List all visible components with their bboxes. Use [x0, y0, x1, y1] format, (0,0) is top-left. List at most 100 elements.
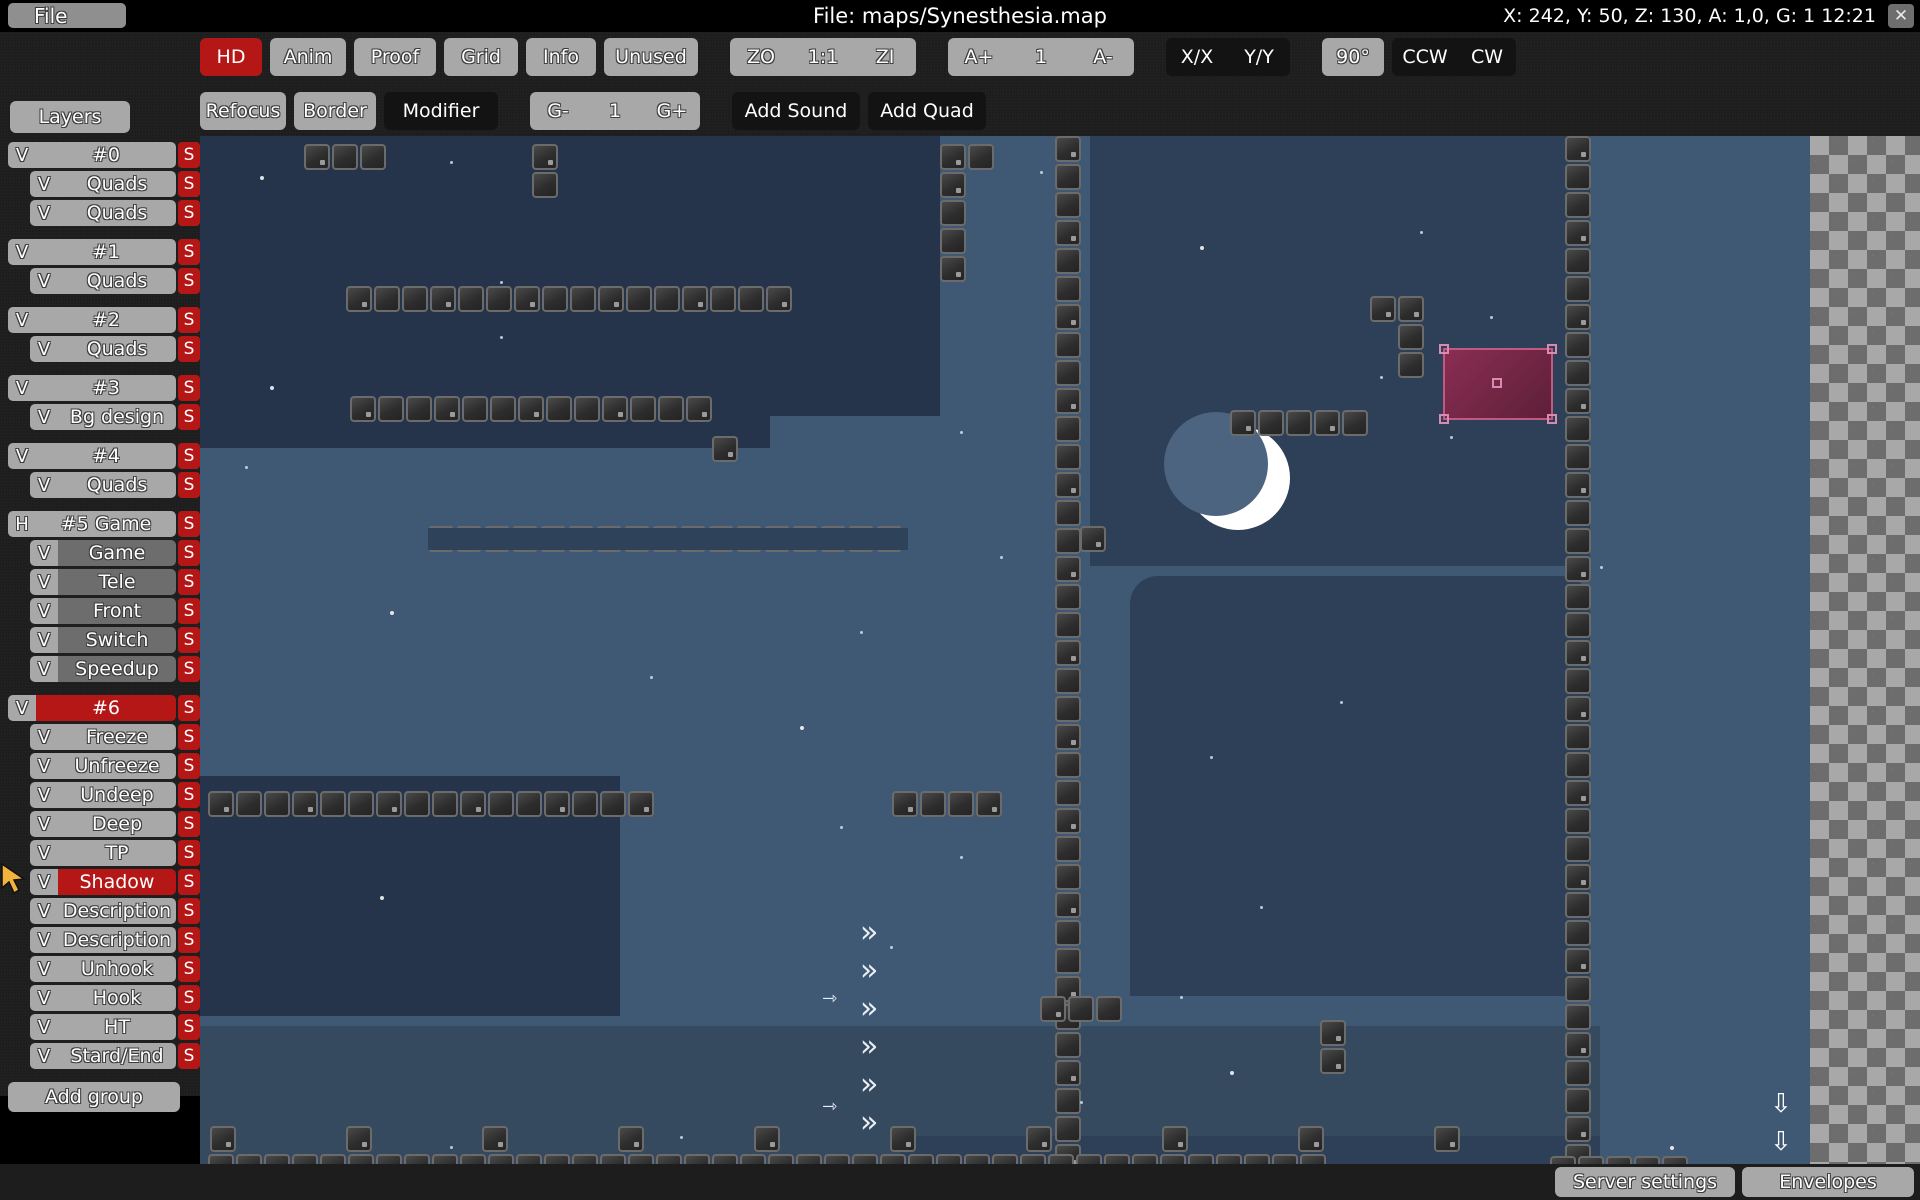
grid-button[interactable]: Grid: [444, 38, 518, 76]
layer-row[interactable]: V Front S: [0, 598, 200, 626]
layer-sound-toggle[interactable]: S: [178, 404, 200, 430]
layer-row[interactable]: V Undeep S: [0, 782, 200, 810]
layer-row[interactable]: V Speedup S: [0, 656, 200, 684]
layer-sound-toggle[interactable]: S: [178, 724, 200, 750]
add-sound-button[interactable]: Add Sound: [732, 92, 860, 130]
layer-sound-toggle[interactable]: S: [178, 656, 200, 682]
layer-visibility-toggle[interactable]: V: [30, 840, 58, 866]
proof-button[interactable]: Proof: [354, 38, 436, 76]
layer-visibility-toggle[interactable]: V: [30, 956, 58, 982]
layer-name-label[interactable]: Shadow: [58, 869, 176, 895]
layer-name-label[interactable]: Hook: [58, 985, 176, 1011]
layer-sound-toggle[interactable]: S: [178, 811, 200, 837]
layer-row[interactable]: V Quads S: [0, 268, 200, 296]
layer-sound-toggle[interactable]: S: [178, 307, 200, 333]
layer-sound-toggle[interactable]: S: [178, 443, 200, 469]
layer-row[interactable]: V Tele S: [0, 569, 200, 597]
layer-row[interactable]: V Freeze S: [0, 724, 200, 752]
layer-name-label[interactable]: Quads: [58, 171, 176, 197]
layer-row[interactable]: V Quads S: [0, 200, 200, 228]
layer-name-label[interactable]: Unfreeze: [58, 753, 176, 779]
layer-visibility-toggle[interactable]: V: [30, 927, 58, 953]
layer-row[interactable]: V Deep S: [0, 811, 200, 839]
envelopes-button[interactable]: Envelopes: [1742, 1167, 1914, 1197]
layer-sound-toggle[interactable]: S: [178, 898, 200, 924]
layer-row[interactable]: V Shadow S: [0, 869, 200, 897]
grid-value[interactable]: 1: [586, 92, 644, 130]
layer-visibility-toggle[interactable]: V: [8, 695, 36, 721]
layer-visibility-toggle[interactable]: V: [30, 782, 58, 808]
layer-row[interactable]: V HT S: [0, 1014, 200, 1042]
layer-visibility-toggle[interactable]: V: [30, 540, 58, 566]
modifier-button[interactable]: Modifier: [384, 92, 498, 130]
flip-x-button[interactable]: X/X: [1166, 38, 1228, 76]
layer-sound-toggle[interactable]: S: [178, 268, 200, 294]
layer-sound-toggle[interactable]: S: [178, 1043, 200, 1069]
layer-sound-toggle[interactable]: S: [178, 927, 200, 953]
layer-name-label[interactable]: Unhook: [58, 956, 176, 982]
layer-name-label[interactable]: #5 Game: [36, 511, 176, 537]
layer-name-label[interactable]: Front: [58, 598, 176, 624]
flip-y-button[interactable]: Y/Y: [1228, 38, 1290, 76]
layer-name-label[interactable]: #6: [36, 695, 176, 721]
layer-row[interactable]: V #1 S: [0, 239, 200, 267]
zoom-reset-button[interactable]: 1:1: [792, 38, 854, 76]
zoom-in-button[interactable]: ZI: [854, 38, 916, 76]
layer-visibility-toggle[interactable]: V: [30, 472, 58, 498]
layer-visibility-toggle[interactable]: V: [8, 375, 36, 401]
hd-button[interactable]: HD: [200, 38, 262, 76]
layer-name-label[interactable]: #4: [36, 443, 176, 469]
layer-name-label[interactable]: Switch: [58, 627, 176, 653]
layer-visibility-toggle[interactable]: V: [30, 753, 58, 779]
layer-sound-toggle[interactable]: S: [178, 956, 200, 982]
layer-sound-toggle[interactable]: S: [178, 598, 200, 624]
layer-visibility-toggle[interactable]: V: [8, 142, 36, 168]
layer-row[interactable]: V Quads S: [0, 171, 200, 199]
layer-sound-toggle[interactable]: S: [178, 511, 200, 537]
add-group-button[interactable]: Add group: [8, 1082, 180, 1112]
layer-sound-toggle[interactable]: S: [178, 375, 200, 401]
layer-visibility-toggle[interactable]: V: [30, 898, 58, 924]
border-button[interactable]: Border: [294, 92, 376, 130]
zoom-group[interactable]: ZO 1:1 ZI: [730, 38, 916, 76]
layer-name-label[interactable]: Freeze: [58, 724, 176, 750]
layer-name-label[interactable]: Game: [58, 540, 176, 566]
layer-row[interactable]: V Switch S: [0, 627, 200, 655]
layer-sound-toggle[interactable]: S: [178, 627, 200, 653]
layer-row[interactable]: V TP S: [0, 840, 200, 868]
grid-increase-button[interactable]: G+: [644, 92, 700, 130]
layer-name-label[interactable]: Quads: [58, 336, 176, 362]
layer-sound-toggle[interactable]: S: [178, 869, 200, 895]
layer-row[interactable]: V Description S: [0, 898, 200, 926]
layer-sound-toggle[interactable]: S: [178, 200, 200, 226]
layer-visibility-toggle[interactable]: V: [30, 336, 58, 362]
rotate-group[interactable]: CCW CW: [1392, 38, 1516, 76]
layers-header-button[interactable]: Layers: [10, 101, 130, 133]
layer-row[interactable]: V Hook S: [0, 985, 200, 1013]
layer-name-label[interactable]: #3: [36, 375, 176, 401]
layer-row[interactable]: H #5 Game S: [0, 511, 200, 539]
layer-name-label[interactable]: #1: [36, 239, 176, 265]
unused-button[interactable]: Unused: [604, 38, 698, 76]
layer-visibility-toggle[interactable]: V: [8, 443, 36, 469]
layer-name-label[interactable]: #0: [36, 142, 176, 168]
layer-sound-toggle[interactable]: S: [178, 985, 200, 1011]
layer-row[interactable]: V #4 S: [0, 443, 200, 471]
layer-visibility-toggle[interactable]: V: [30, 268, 58, 294]
layer-row[interactable]: V Unfreeze S: [0, 753, 200, 781]
layer-visibility-toggle[interactable]: V: [30, 724, 58, 750]
layer-name-label[interactable]: TP: [58, 840, 176, 866]
layer-row[interactable]: V Bg design S: [0, 404, 200, 432]
layer-name-label[interactable]: #2: [36, 307, 176, 333]
layer-visibility-toggle[interactable]: V: [30, 811, 58, 837]
layer-sound-toggle[interactable]: S: [178, 336, 200, 362]
file-menu-button[interactable]: File: [8, 3, 126, 28]
layer-sound-toggle[interactable]: S: [178, 840, 200, 866]
layer-visibility-toggle[interactable]: V: [30, 1014, 58, 1040]
layer-sound-toggle[interactable]: S: [178, 142, 200, 168]
grid-group[interactable]: G- 1 G+: [530, 92, 700, 130]
layer-visibility-toggle[interactable]: V: [30, 200, 58, 226]
rotation-angle-value[interactable]: 90°: [1322, 38, 1384, 76]
zoom-out-button[interactable]: ZO: [730, 38, 792, 76]
layer-name-label[interactable]: Bg design: [58, 404, 176, 430]
